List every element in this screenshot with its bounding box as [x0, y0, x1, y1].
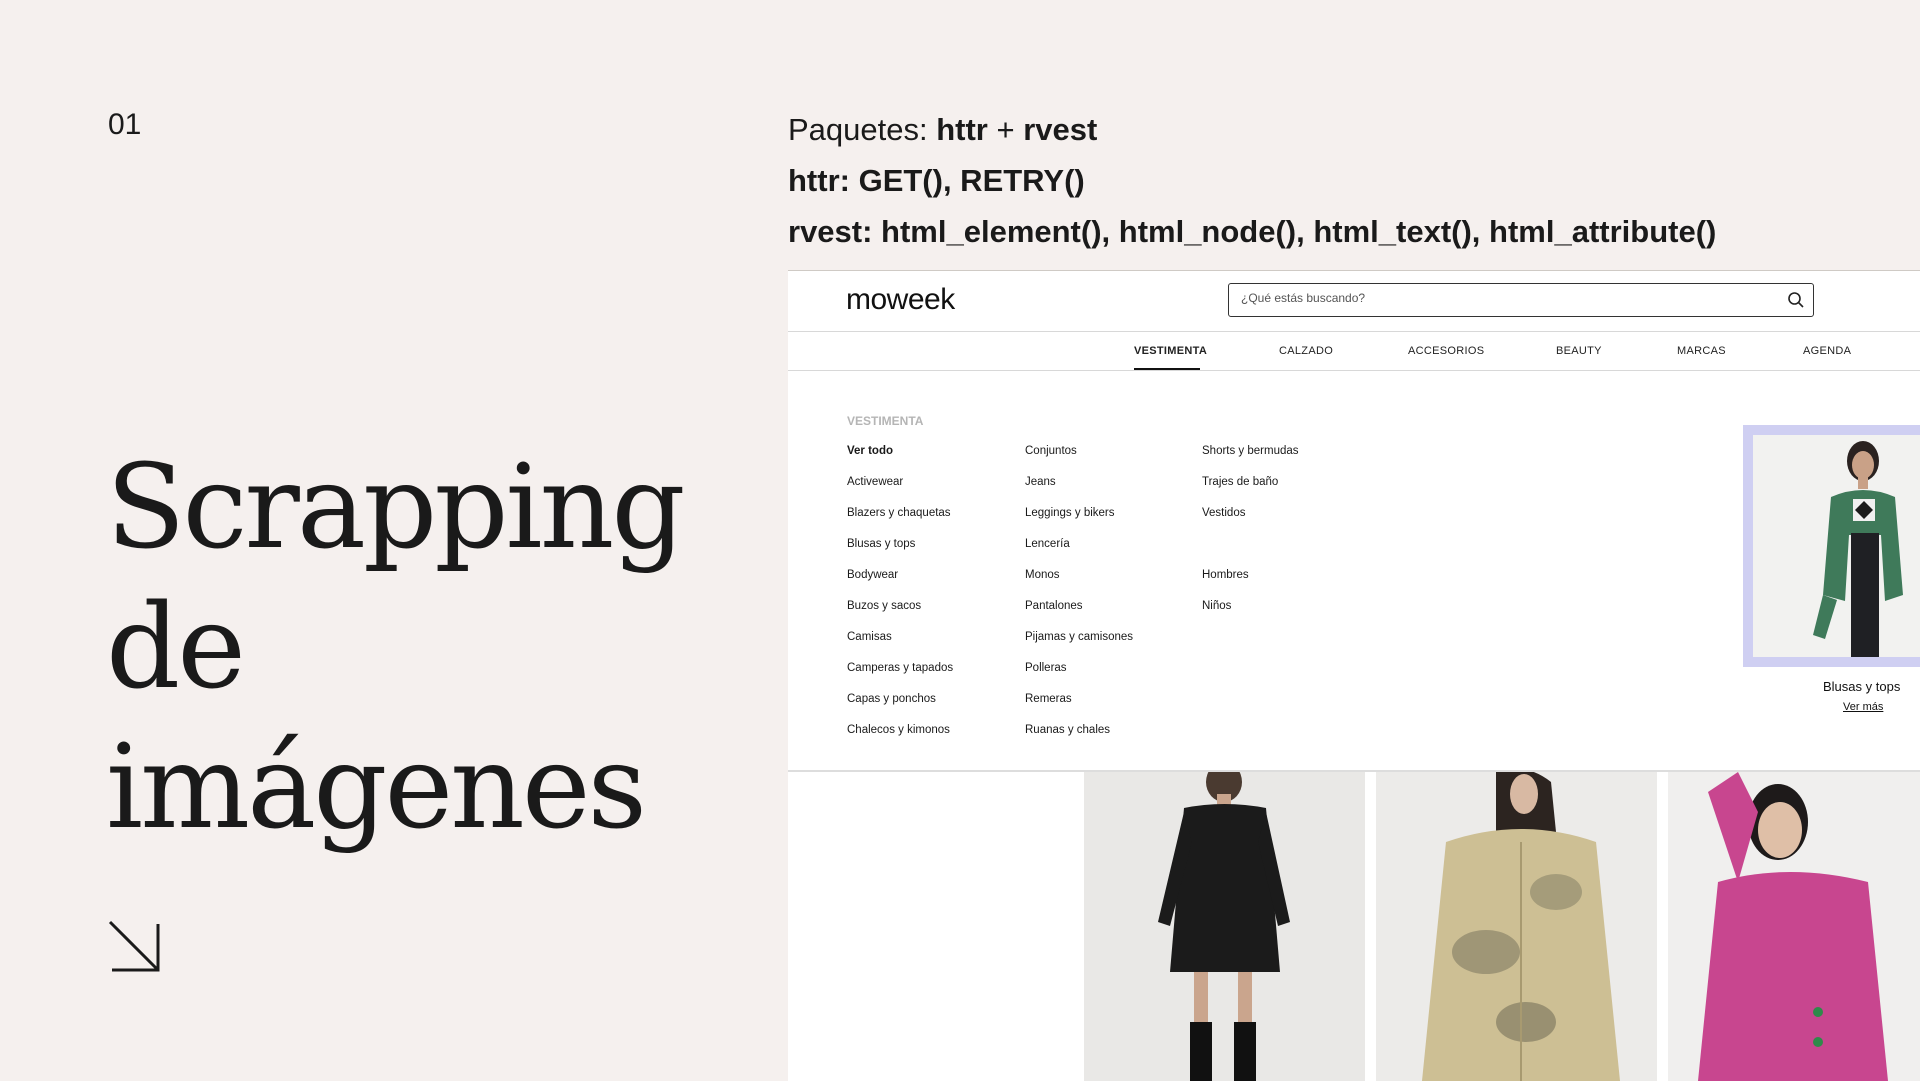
- slide-number: 01: [108, 108, 142, 141]
- menu-item[interactable]: Vestidos: [1202, 507, 1245, 519]
- search-box[interactable]: [1228, 283, 1814, 317]
- menu-item[interactable]: Ruanas y chales: [1025, 724, 1110, 736]
- menu-item[interactable]: Trajes de baño: [1202, 476, 1278, 488]
- arrow-down-right-icon: [108, 920, 160, 972]
- mega-menu: VESTIMENTA Ver todo Activewear Blazers y…: [788, 371, 1920, 772]
- product-card[interactable]: [1376, 772, 1657, 1081]
- nav-beauty[interactable]: BEAUTY: [1556, 345, 1602, 357]
- slide-title-line1: Scrapping de: [106, 440, 686, 715]
- menu-item[interactable]: Camisas: [847, 631, 892, 643]
- package-httr: httr: [936, 112, 988, 147]
- slide-title-line2: imágenes: [106, 720, 647, 855]
- menu-item[interactable]: Leggings y bikers: [1025, 507, 1115, 519]
- menu-item[interactable]: Camperas y tapados: [847, 662, 953, 674]
- menu-item[interactable]: Ver todo: [847, 445, 893, 457]
- search-icon[interactable]: [1787, 291, 1805, 309]
- menu-item[interactable]: Bodywear: [847, 569, 898, 581]
- nav-active-indicator: [1134, 368, 1200, 370]
- main-nav: VESTIMENTA CALZADO ACCESORIOS BEAUTY MAR…: [788, 332, 1920, 371]
- menu-item[interactable]: Remeras: [1025, 693, 1072, 705]
- product-grid: [788, 772, 1920, 1081]
- packages-prefix: Paquetes:: [788, 112, 937, 147]
- code-line-packages: Paquetes: httr + rvest: [788, 104, 1716, 155]
- menu-item[interactable]: Jeans: [1025, 476, 1056, 488]
- menu-item[interactable]: Shorts y bermudas: [1202, 445, 1299, 457]
- menu-item[interactable]: Pantalones: [1025, 600, 1083, 612]
- code-notes: Paquetes: httr + rvest httr: GET(), RETR…: [788, 104, 1716, 257]
- search-input[interactable]: [1239, 290, 1763, 306]
- model-green-blazer-illustration: [1753, 435, 1920, 657]
- menu-item[interactable]: Lencería: [1025, 538, 1070, 550]
- menu-item[interactable]: Buzos y sacos: [847, 600, 921, 612]
- menu-heading: VESTIMENTA: [847, 414, 924, 428]
- menu-item[interactable]: Conjuntos: [1025, 445, 1077, 457]
- site-logo[interactable]: moweek: [846, 283, 955, 317]
- website-screenshot: moweek VESTIMENTA CALZADO ACCESORIOS BEA…: [788, 270, 1920, 1081]
- menu-item[interactable]: Blusas y tops: [847, 538, 915, 550]
- product-card[interactable]: [1668, 772, 1920, 1081]
- promo-frame[interactable]: [1743, 425, 1920, 667]
- code-line-rvest: rvest: html_element(), html_node(), html…: [788, 214, 1717, 249]
- menu-item[interactable]: Pijamas y camisones: [1025, 631, 1133, 643]
- nav-vestimenta[interactable]: VESTIMENTA: [1134, 345, 1207, 357]
- nav-calzado[interactable]: CALZADO: [1279, 345, 1333, 357]
- packages-plus: +: [987, 112, 1024, 147]
- nav-marcas[interactable]: MARCAS: [1677, 345, 1726, 357]
- code-line-httr: httr: GET(), RETRY(): [788, 163, 1085, 198]
- package-rvest: rvest: [1023, 112, 1098, 147]
- menu-item[interactable]: Hombres: [1202, 569, 1249, 581]
- product-image-black-dress: [1084, 772, 1365, 1081]
- slide-title: Scrapping de imágenes: [106, 438, 786, 858]
- product-card[interactable]: [1084, 772, 1365, 1081]
- nav-accesorios[interactable]: ACCESORIOS: [1408, 345, 1484, 357]
- menu-item[interactable]: Chalecos y kimonos: [847, 724, 950, 736]
- menu-item[interactable]: Activewear: [847, 476, 903, 488]
- menu-item[interactable]: Blazers y chaquetas: [847, 507, 951, 519]
- site-header: moweek: [788, 271, 1920, 332]
- menu-item[interactable]: Polleras: [1025, 662, 1067, 674]
- promo-image[interactable]: [1753, 435, 1920, 657]
- nav-agenda[interactable]: AGENDA: [1803, 345, 1851, 357]
- promo-caption: Blusas y tops: [1823, 679, 1901, 694]
- product-image-printed-shirt: [1376, 772, 1657, 1081]
- product-image-pink-cardigan: [1668, 772, 1920, 1081]
- menu-item[interactable]: Niños: [1202, 600, 1231, 612]
- menu-item[interactable]: Capas y ponchos: [847, 693, 936, 705]
- promo-see-more-link[interactable]: Ver más: [1843, 701, 1883, 713]
- menu-item[interactable]: Monos: [1025, 569, 1060, 581]
